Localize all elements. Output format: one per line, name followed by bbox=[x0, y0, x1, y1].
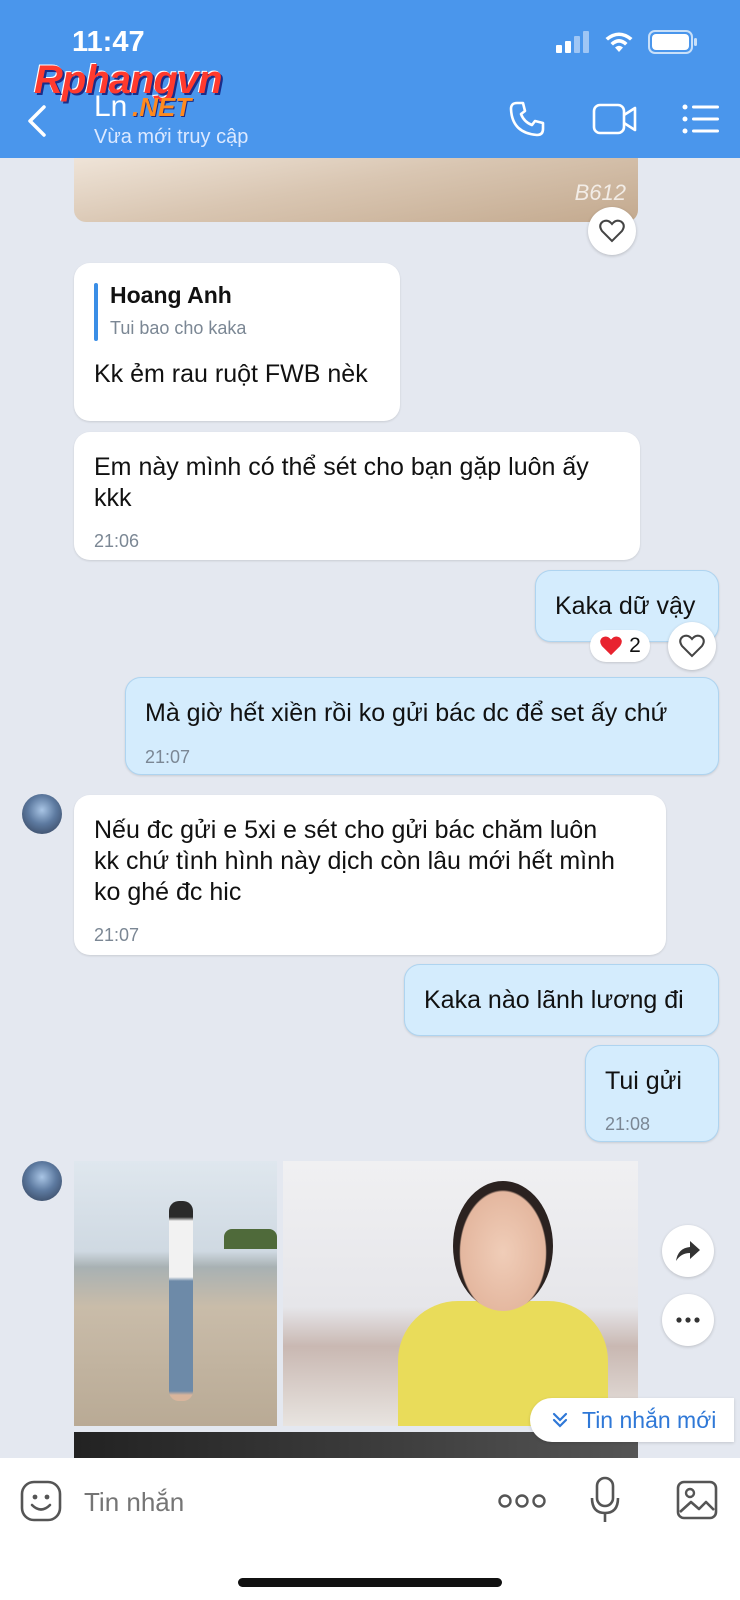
message-text: Tui gửi bbox=[605, 1067, 682, 1095]
status-time: 11:47 bbox=[72, 26, 145, 58]
phone-icon[interactable] bbox=[508, 100, 546, 138]
message-bubble[interactable]: Em này mình có thể sét cho bạn gặp luôn … bbox=[74, 432, 640, 560]
sticker-icon[interactable] bbox=[20, 1480, 62, 1522]
my-message-bubble[interactable]: Kaka nào lãnh lương đi bbox=[404, 964, 719, 1036]
reaction-badge[interactable]: 2 bbox=[590, 630, 650, 662]
message-text: Nếu đc gửi e 5xi e sét cho gửi bác chăm … bbox=[94, 816, 598, 844]
photo-selfie[interactable] bbox=[283, 1161, 638, 1426]
wifi-icon bbox=[605, 32, 633, 52]
more-dots-icon[interactable] bbox=[498, 1494, 546, 1508]
avatar[interactable] bbox=[22, 1161, 62, 1201]
new-messages-button[interactable]: Tin nhắn mới bbox=[530, 1398, 735, 1442]
react-button[interactable] bbox=[668, 622, 716, 670]
quote-text: Tui bao cho kaka bbox=[110, 318, 247, 338]
input-bar bbox=[0, 1458, 740, 1600]
quote-bar bbox=[94, 283, 98, 341]
photo-trees bbox=[224, 1229, 277, 1249]
photo-person bbox=[169, 1201, 193, 1401]
message-bubble[interactable]: Nếu đc gửi e 5xi e sét cho gửi bác chăm … bbox=[74, 795, 666, 955]
heart-outline-icon bbox=[679, 634, 705, 658]
home-indicator bbox=[238, 1578, 502, 1587]
message-bubble[interactable]: Hoang Anh Tui bao cho kaka Kk ẻm rau ruộ… bbox=[74, 263, 400, 421]
message-text: Em này mình có thể sét cho bạn gặp luôn … bbox=[94, 453, 589, 481]
new-messages-label: Tin nhắn mới bbox=[582, 1406, 717, 1433]
message-time: 21:07 bbox=[94, 925, 140, 945]
message-time: 21:07 bbox=[145, 747, 191, 767]
red-heart-icon bbox=[600, 636, 622, 656]
list-menu-icon[interactable] bbox=[682, 104, 720, 134]
contact-status: Vừa mới truy cập bbox=[94, 126, 249, 148]
message-text: Kaka dữ vậy bbox=[555, 592, 696, 620]
video-camera-icon[interactable] bbox=[592, 102, 638, 136]
message-time: 21:06 bbox=[94, 531, 140, 551]
more-options-button[interactable] bbox=[662, 1294, 714, 1346]
status-icons bbox=[556, 30, 698, 54]
double-chevron-down-icon bbox=[552, 1412, 568, 1428]
signal-icon bbox=[556, 31, 589, 53]
photo-message-top[interactable]: B612 bbox=[74, 158, 638, 222]
photo-face bbox=[453, 1181, 553, 1311]
microphone-icon[interactable] bbox=[590, 1476, 620, 1524]
more-dots-icon bbox=[676, 1317, 700, 1323]
image-gallery-icon[interactable] bbox=[676, 1480, 718, 1520]
avatar[interactable] bbox=[22, 794, 62, 834]
photo-sticker-text: B612 bbox=[574, 180, 626, 205]
watermark-logo: Rphangvn .NET bbox=[34, 58, 223, 120]
message-text: kk chứ tình hình này dịch còn lâu mới hế… bbox=[94, 847, 615, 875]
photo-beach[interactable] bbox=[74, 1161, 277, 1426]
heart-outline-icon bbox=[599, 219, 625, 243]
chat-header: 11:47 Ln Vừa mới truy cập Rphangvn .NET bbox=[0, 0, 740, 158]
message-input[interactable] bbox=[82, 1478, 466, 1526]
message-text: Kaka nào lãnh lương đi bbox=[424, 986, 684, 1014]
message-time: 21:08 bbox=[605, 1114, 651, 1134]
quote-author: Hoang Anh bbox=[110, 282, 232, 308]
share-button[interactable] bbox=[662, 1225, 714, 1277]
react-button[interactable] bbox=[588, 207, 636, 255]
my-message-bubble[interactable]: Tui gửi 21:08 bbox=[585, 1045, 719, 1142]
my-message-bubble[interactable]: Mà giờ hết xiền rồi ko gửi bác dc để set… bbox=[125, 677, 719, 775]
forward-arrow-icon bbox=[676, 1241, 700, 1261]
message-text: Mà giờ hết xiền rồi ko gửi bác dc để set… bbox=[145, 699, 668, 727]
message-text: kkk bbox=[94, 484, 132, 512]
reaction-count: 2 bbox=[629, 634, 641, 657]
battery-icon bbox=[648, 30, 697, 54]
watermark-line1: Rphangvn bbox=[34, 58, 223, 102]
message-text: ko ghé đc hic bbox=[94, 878, 242, 906]
message-text: Kk ẻm rau ruột FWB nèk bbox=[94, 360, 368, 388]
